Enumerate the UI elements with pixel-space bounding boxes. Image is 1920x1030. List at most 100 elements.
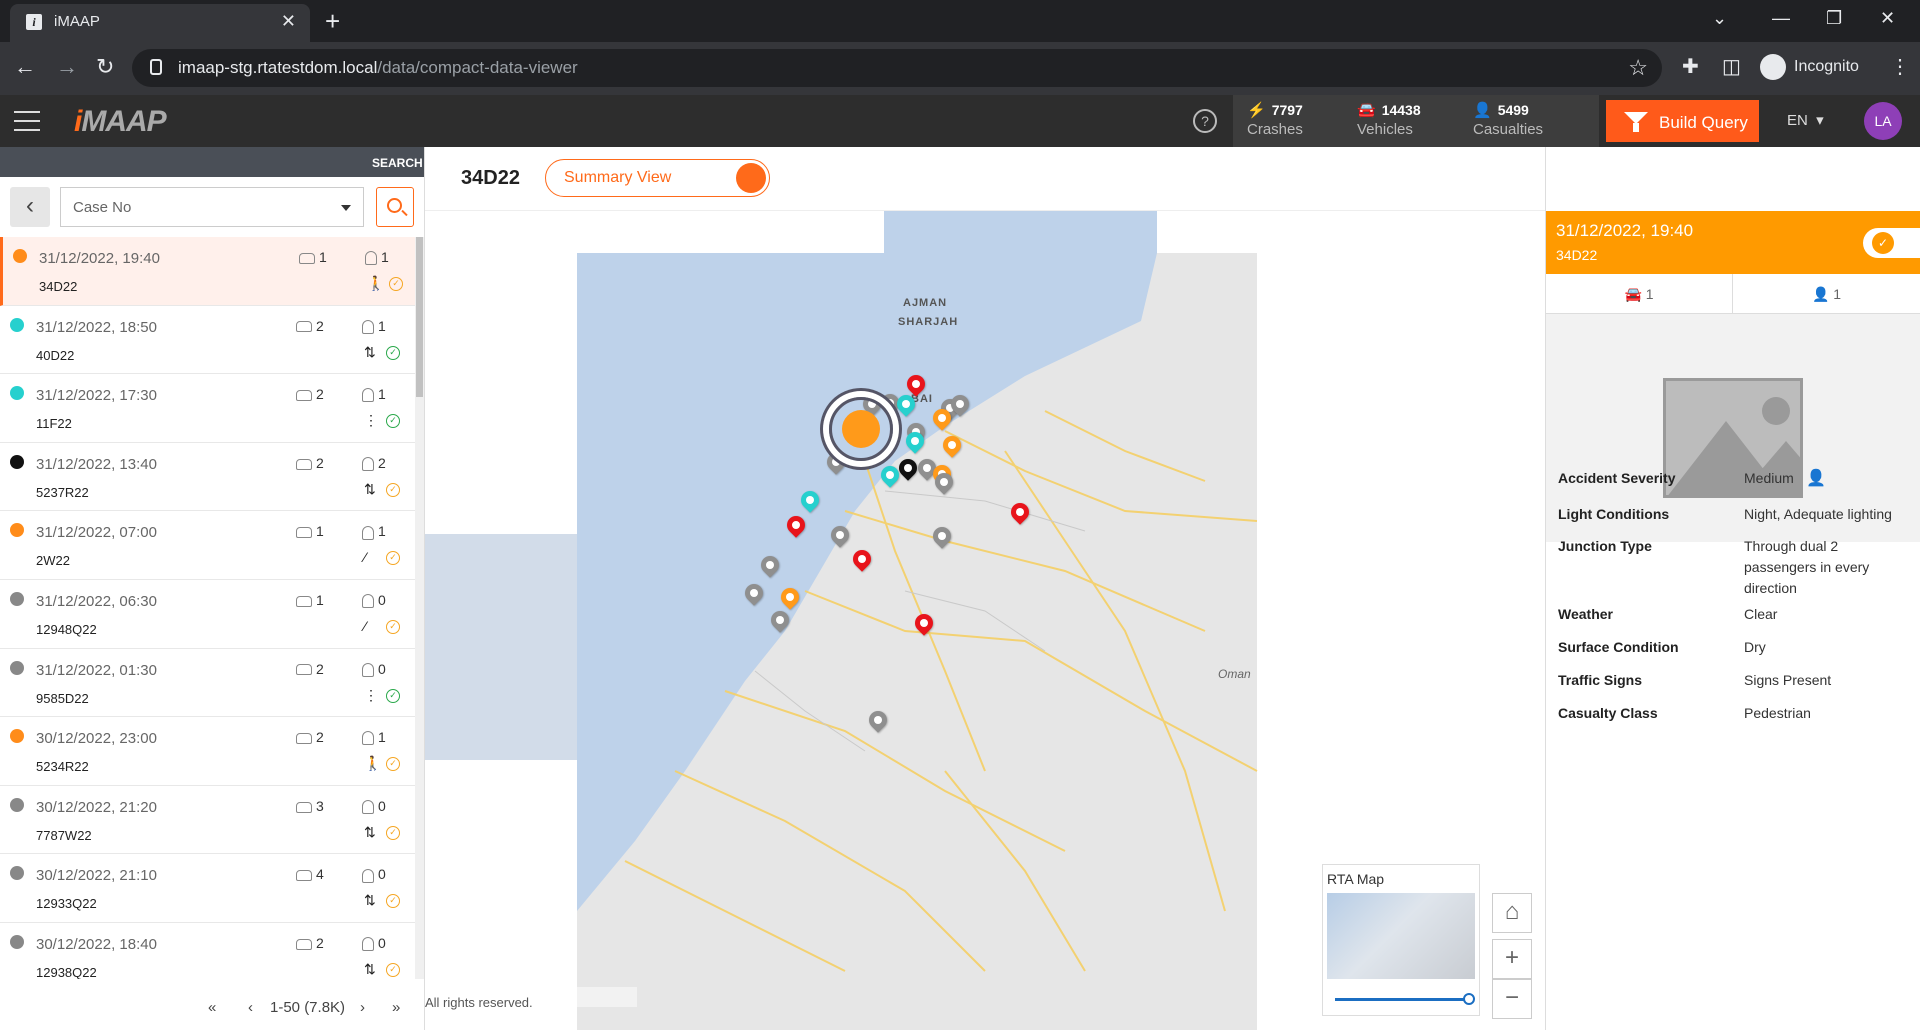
severity-person-icon: 👤	[1806, 470, 1826, 487]
row-case-no: 12938Q22	[36, 964, 97, 979]
row-case-no: 34D22	[39, 279, 78, 294]
language-select[interactable]: EN ▾	[1787, 111, 1824, 129]
stat-vehicles: 🚘 14438 Vehicles	[1357, 102, 1421, 138]
road-user-icon: 🚶	[367, 275, 385, 291]
status-check-icon: ✓	[386, 482, 400, 497]
reload-icon[interactable]: ↻	[96, 54, 114, 80]
close-tab-icon[interactable]: ✕	[281, 11, 296, 32]
row-casualties: 1	[362, 523, 386, 540]
zoom-out-button[interactable]: −	[1492, 979, 1532, 1019]
list-item[interactable]: 31/12/2022, 13:40 5237R22 2 2 ⇅ ✓	[0, 443, 415, 512]
row-case-no: 12948Q22	[36, 621, 97, 637]
row-case-no: 12933Q22	[36, 896, 97, 912]
list-item[interactable]: 31/12/2022, 19:40 34D22 1 1 🚶 ✓	[0, 237, 415, 306]
hamburger-menu-icon[interactable]	[14, 111, 40, 131]
list-item[interactable]: 31/12/2022, 18:50 40D22 2 1 ⇅ ✓	[0, 306, 415, 375]
status-toggle[interactable]: ✓	[1863, 228, 1920, 258]
list-item[interactable]: 31/12/2022, 17:30 11F22 2 1 ⋮ ✓	[0, 374, 415, 443]
person-icon	[362, 662, 374, 677]
tab-vehicles[interactable]: 🚘 1	[1546, 274, 1733, 314]
basemap-thumbnail[interactable]	[1327, 893, 1475, 979]
property-label: Junction Type	[1558, 538, 1652, 554]
row-casualties: 0	[362, 935, 386, 952]
list-item[interactable]: 31/12/2022, 07:00 2W22 1 1 ⁄ ✓	[0, 511, 415, 580]
row-case-no: 9585D22	[36, 690, 89, 706]
row-casualties: 0	[362, 661, 386, 677]
restore-icon[interactable]: ❐	[1826, 8, 1842, 29]
row-datetime: 31/12/2022, 17:30	[36, 387, 157, 405]
map-home-button[interactable]: ⌂	[1492, 893, 1532, 933]
severity-dot	[10, 866, 24, 881]
list-item[interactable]: 30/12/2022, 21:20 7787W22 3 0 ⇅ ✓	[0, 786, 415, 855]
new-tab-icon[interactable]: +	[325, 6, 340, 37]
search-header[interactable]: SEARCH	[0, 147, 440, 177]
row-case-no: 7787W22	[36, 827, 92, 843]
opacity-slider-handle[interactable]	[1463, 993, 1475, 1005]
build-query-button[interactable]: Build Query	[1606, 100, 1759, 142]
summary-view-toggle[interactable]: Summary View	[545, 159, 770, 197]
help-icon[interactable]: ?	[1193, 109, 1217, 133]
row-case-no: 11F22	[36, 416, 72, 432]
search-icon	[387, 198, 402, 213]
row-vehicles: 4	[296, 866, 324, 882]
selected-crash-marker[interactable]	[829, 397, 893, 461]
property-value: Dry	[1744, 639, 1766, 655]
basemap-title: RTA Map	[1327, 871, 1385, 887]
row-case-no: 5237R22	[36, 484, 89, 500]
list-item[interactable]: 30/12/2022, 18:40 12938Q22 2 0 ⇅ ✓	[0, 923, 415, 979]
side-panel-icon[interactable]: ◫	[1722, 54, 1741, 79]
browser-menu-icon[interactable]: ⋮	[1890, 54, 1910, 79]
severity-dot	[10, 660, 24, 675]
row-case-no: 40D22	[36, 347, 75, 363]
minimize-icon[interactable]: —	[1772, 8, 1790, 29]
person-icon	[362, 525, 374, 540]
opacity-slider[interactable]	[1335, 993, 1475, 1005]
back-icon[interactable]: ←	[14, 54, 36, 80]
row-casualties: 2	[362, 455, 386, 472]
car-icon	[296, 938, 312, 950]
row-datetime: 31/12/2022, 18:50	[36, 318, 157, 336]
list-item[interactable]: 30/12/2022, 21:10 12933Q22 4 0 ⇅ ✓	[0, 854, 415, 923]
tab-search-icon[interactable]: ⌄	[1712, 8, 1727, 29]
search-button[interactable]	[376, 187, 414, 227]
next-page-icon[interactable]: ›	[360, 999, 365, 1016]
status-check-icon: ✓	[389, 277, 403, 291]
list-item[interactable]: 31/12/2022, 01:30 9585D22 2 0 ⋮ ✓	[0, 649, 415, 718]
case-title: 34D22	[461, 167, 520, 189]
zoom-in-button[interactable]: +	[1492, 939, 1532, 979]
address-bar[interactable]: imaap-stg.rtatestdom.local/data/compact-…	[132, 49, 1662, 87]
person-icon	[365, 251, 377, 266]
browser-tab[interactable]: i iMAAP ✕	[10, 4, 310, 42]
forward-icon[interactable]: →	[56, 54, 78, 80]
extensions-icon[interactable]: ✚	[1682, 54, 1699, 79]
first-page-icon[interactable]: «	[208, 999, 216, 1016]
last-page-icon[interactable]: »	[392, 999, 400, 1016]
list-item[interactable]: 31/12/2022, 06:30 12948Q22 1 0 ⁄ ✓	[0, 580, 415, 649]
row-datetime: 31/12/2022, 06:30	[36, 592, 157, 610]
status-check-icon: ✓	[386, 825, 400, 840]
tab-casualties[interactable]: 👤 1	[1733, 274, 1920, 314]
back-button[interactable]: ‹	[10, 187, 50, 227]
row-case-no: 2W22	[36, 553, 70, 569]
map-label-sharjah: SHARJAH	[898, 316, 959, 328]
row-datetime: 30/12/2022, 21:10	[36, 867, 157, 885]
car-icon	[296, 527, 312, 539]
property-label: Accident Severity	[1558, 470, 1676, 486]
list-item[interactable]: 30/12/2022, 23:00 5234R22 2 1 🚶 ✓	[0, 717, 415, 786]
user-avatar[interactable]: LA	[1864, 102, 1902, 140]
list-scrollbar-thumb[interactable]	[416, 237, 423, 397]
stat-casualties: 👤 5499 Casualties	[1473, 102, 1544, 138]
basemap-switcher[interactable]: RTA Map	[1322, 864, 1480, 1016]
road-user-icon: ⋮	[364, 686, 378, 703]
filter-icon	[1624, 112, 1648, 132]
severity-dot	[10, 797, 24, 812]
browser-tab-bar: i iMAAP ✕ + ⌄ — ❐ ✕	[0, 0, 1920, 42]
property-value: Medium	[1744, 470, 1794, 486]
bookmark-star-icon[interactable]: ☆	[1628, 55, 1648, 81]
incognito-indicator[interactable]: Incognito	[1760, 54, 1859, 80]
prev-page-icon[interactable]: ‹	[248, 999, 253, 1016]
close-window-icon[interactable]: ✕	[1880, 8, 1895, 29]
row-datetime: 31/12/2022, 01:30	[36, 661, 157, 679]
severity-dot	[10, 729, 24, 744]
case-no-select[interactable]: Case No	[60, 187, 364, 227]
